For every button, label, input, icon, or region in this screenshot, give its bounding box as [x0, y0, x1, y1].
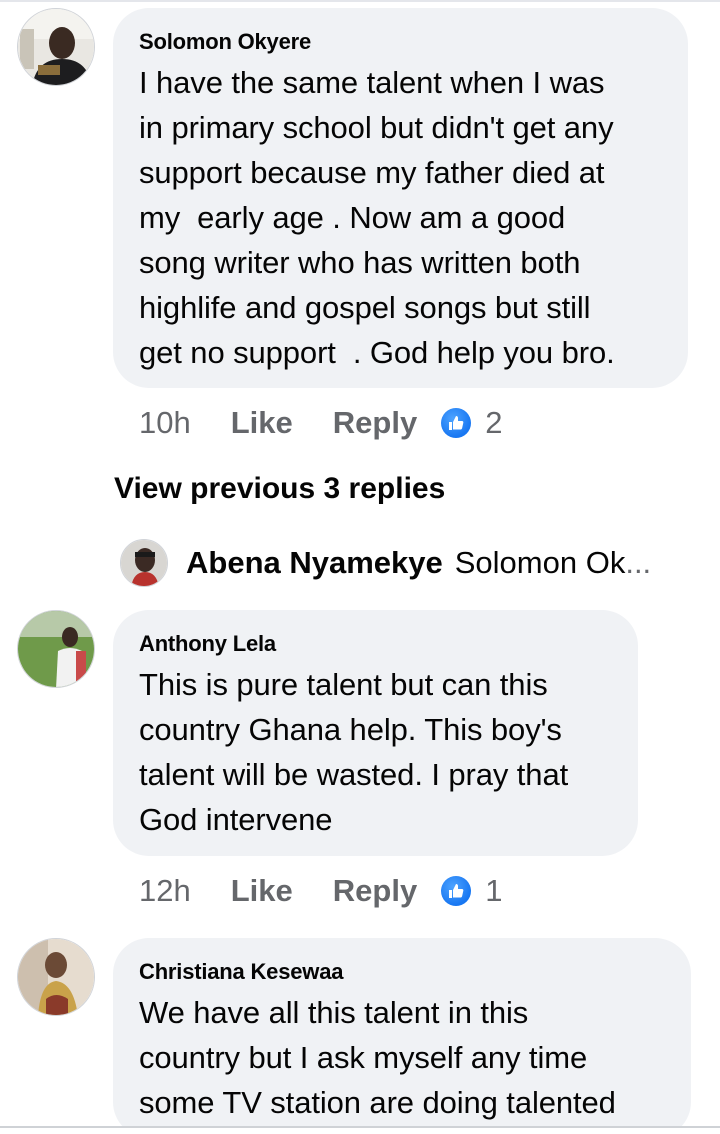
top-divider — [0, 0, 720, 2]
reply-ellipsis: ... — [625, 545, 652, 580]
comment-text: I have the same talent when I was in pri… — [139, 65, 615, 370]
avatar[interactable] — [17, 938, 95, 1016]
comment-text: We have all this talent in this country … — [139, 995, 616, 1120]
reaction-summary[interactable]: 1 — [441, 873, 502, 909]
reply-button[interactable]: Reply — [333, 873, 417, 909]
avatar[interactable] — [120, 539, 168, 587]
reaction-summary[interactable]: 2 — [441, 405, 502, 441]
comment-text: This is pure talent but can this country… — [139, 667, 569, 837]
comment-author[interactable]: Christiana Kesewaa — [139, 958, 665, 986]
comment-author[interactable]: Anthony Lela — [139, 630, 612, 658]
comment-timestamp[interactable]: 12h — [139, 873, 191, 909]
bottom-edge — [0, 1126, 720, 1134]
comment-bubble: Solomon Okyere I have the same talent wh… — [113, 8, 688, 388]
reply-preview-row[interactable]: Abena Nyamekye Solomon Ok... — [120, 538, 651, 588]
reaction-count: 1 — [485, 873, 503, 908]
reply-button[interactable]: Reply — [333, 405, 417, 441]
reply-preview-text: Solomon Ok — [454, 545, 626, 580]
like-button[interactable]: Like — [231, 873, 293, 909]
comment-actions: 12h Like Reply 1 — [139, 871, 502, 911]
like-button[interactable]: Like — [231, 405, 293, 441]
comment-timestamp[interactable]: 10h — [139, 405, 191, 441]
view-previous-replies-link[interactable]: View previous 3 replies — [114, 472, 445, 506]
comment-bubble: Anthony Lela This is pure talent but can… — [113, 610, 638, 856]
thumbs-up-icon — [441, 408, 472, 438]
thumbs-up-icon — [441, 876, 472, 906]
comment-bubble: Christiana Kesewaa We have all this tale… — [113, 938, 691, 1134]
comment-author[interactable]: Solomon Okyere — [139, 28, 662, 56]
avatar[interactable] — [17, 610, 95, 688]
reply-author[interactable]: Abena Nyamekye — [186, 545, 443, 581]
reaction-count: 2 — [485, 405, 503, 440]
comment-actions: 10h Like Reply 2 — [139, 403, 502, 443]
avatar[interactable] — [17, 8, 95, 86]
